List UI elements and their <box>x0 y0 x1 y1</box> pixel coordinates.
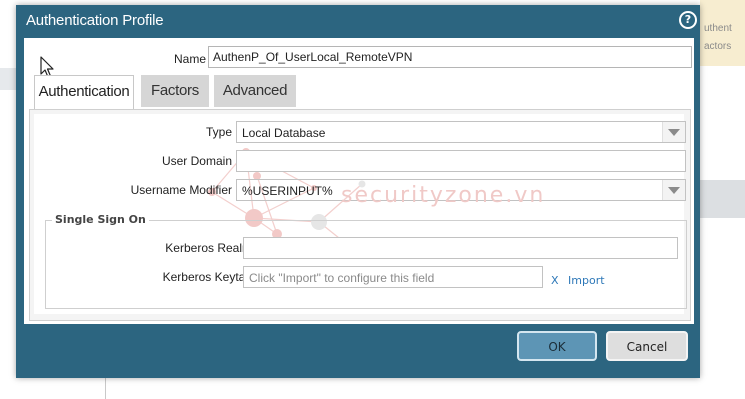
type-value: Local Database <box>242 126 326 140</box>
kerberos-keytab-input[interactable]: Click "Import" to configure this field <box>243 266 543 288</box>
background-side-line: actors <box>704 41 732 52</box>
type-label: Type <box>205 125 232 139</box>
tab-authentication[interactable]: Authentication <box>34 75 134 110</box>
chevron-down-icon[interactable] <box>662 180 685 200</box>
background-bar <box>700 180 745 218</box>
authentication-tab-panel: Type Local Database User Domain Username… <box>29 109 691 321</box>
background-strip <box>0 68 16 90</box>
kerberos-keytab-label: Kerberos Keytab <box>162 270 252 284</box>
username-modifier-value: %USERINPUT% <box>242 184 333 198</box>
question-mark-circle-icon[interactable]: ? <box>679 11 697 29</box>
kerberos-realm-label: Kerberos Realm <box>165 241 252 255</box>
tab-advanced[interactable]: Advanced <box>214 75 296 107</box>
kerberos-realm-input[interactable] <box>243 237 678 259</box>
background-side-text: uthent actors <box>704 20 745 56</box>
user-domain-input[interactable] <box>236 150 686 172</box>
dialog-content: Name AuthenP_Of_UserLocal_RemoteVPN Auth… <box>24 38 694 324</box>
x-icon: X <box>551 274 559 287</box>
name-label: Name <box>173 52 206 66</box>
background-side-line: uthent <box>704 23 732 34</box>
dialog-title: Authentication Profile <box>26 12 164 29</box>
single-sign-on-group: Single Sign On Kerberos Realm Kerberos K… <box>45 213 687 309</box>
user-domain-label: User Domain <box>161 154 232 168</box>
import-label: Import <box>568 274 605 287</box>
name-input[interactable]: AuthenP_Of_UserLocal_RemoteVPN <box>208 46 692 68</box>
single-sign-on-legend: Single Sign On <box>52 213 149 226</box>
tab-factors[interactable]: Factors <box>141 75 209 107</box>
ok-button[interactable]: OK <box>517 331 597 361</box>
username-modifier-label: Username Modifier <box>130 183 232 197</box>
chevron-down-icon[interactable] <box>662 122 685 142</box>
background-divider <box>105 378 106 399</box>
authentication-profile-dialog: Authentication Profile ? Name AuthenP_Of… <box>16 5 700 378</box>
authentication-form: Type Local Database User Domain Username… <box>34 114 687 314</box>
type-select[interactable]: Local Database <box>236 121 686 143</box>
cancel-button[interactable]: Cancel <box>606 331 688 361</box>
import-link[interactable]: X Import <box>551 274 605 287</box>
watermark-text: securityzone.vn <box>341 183 546 208</box>
